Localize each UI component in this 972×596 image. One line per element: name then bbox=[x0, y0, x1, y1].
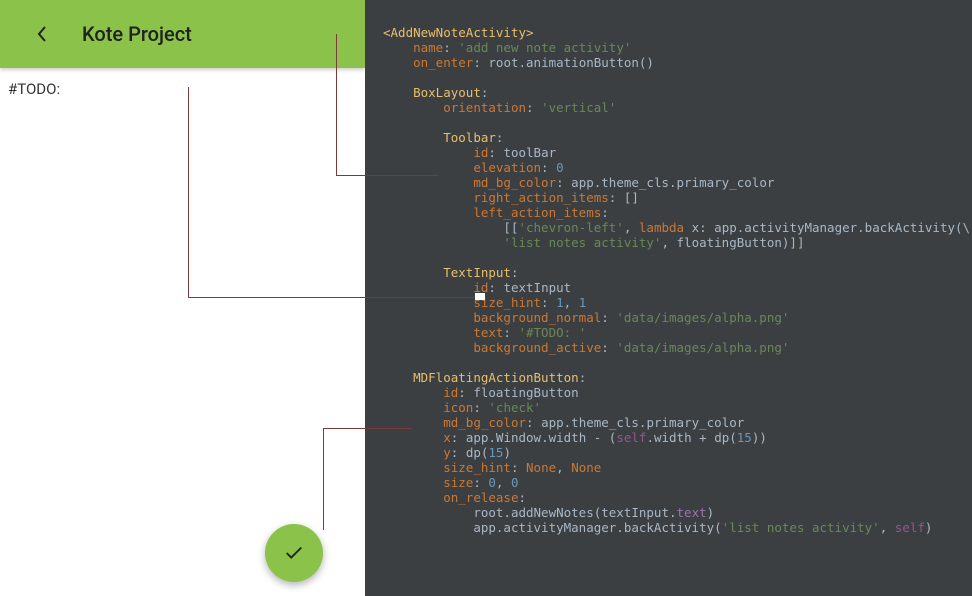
code-text: <AddNewNoteActivity> name: 'add new note… bbox=[383, 25, 970, 535]
app-preview-panel: Kote Project #TODO: bbox=[0, 0, 365, 596]
app-toolbar: Kote Project bbox=[0, 0, 365, 68]
code-panel: <AddNewNoteActivity> name: 'add new note… bbox=[365, 0, 972, 596]
chevron-left-icon bbox=[37, 26, 47, 42]
note-text-input[interactable]: #TODO: bbox=[0, 68, 365, 110]
toolbar-title: Kote Project bbox=[82, 22, 192, 46]
cursor-marker bbox=[475, 293, 485, 300]
fab-save-button[interactable] bbox=[265, 524, 323, 582]
check-icon bbox=[283, 542, 305, 564]
back-button[interactable] bbox=[30, 22, 54, 46]
